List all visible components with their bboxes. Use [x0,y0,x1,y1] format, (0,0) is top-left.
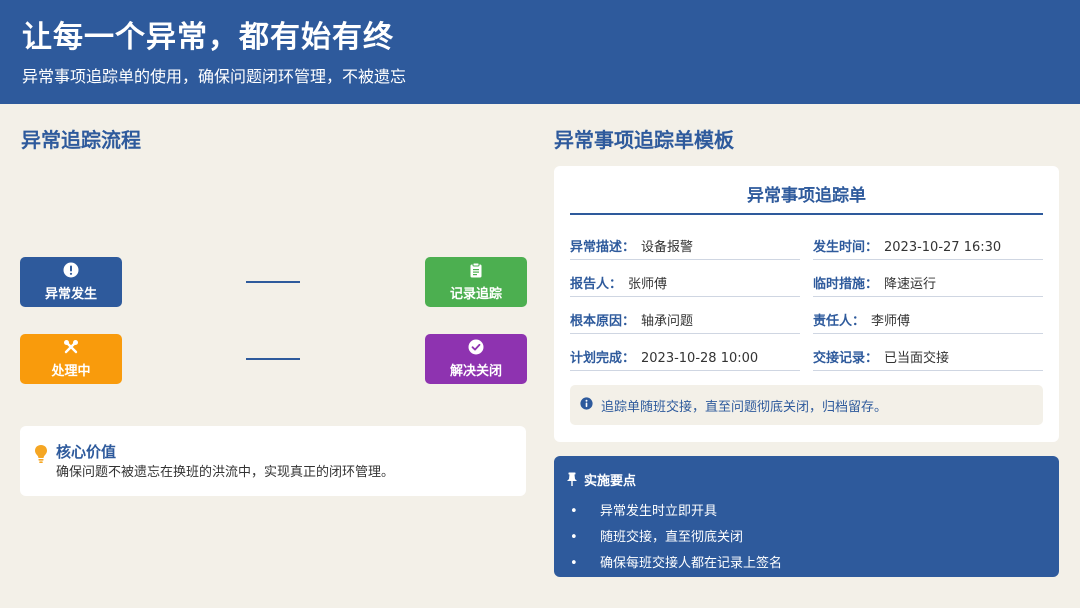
flow-step-processing: 处理中 [20,334,122,384]
flow-step-record: 记录追踪 [425,257,527,307]
flow-step-label: 处理中 [51,364,91,379]
implementation-points-card: 实施要点 • 异常发生时立即开具 • 随班交接，直至彻底关闭 • 确保每班交接人都在记… [554,456,1059,577]
flow-step-label: 解决关闭 [449,364,502,379]
check-circle-icon [468,339,484,355]
field-root-cause: 根本原因： 轴承问题 [570,312,800,334]
list-item-text: 异常发生时立即开具 [600,504,718,519]
info-circle-icon [580,396,593,414]
field-label: 交接记录： [813,351,879,366]
page-title: 让每一个异常，都有始有终 [22,20,394,55]
field-planned-completion: 计划完成： 2023-10-28 10:00 [570,349,800,371]
list-item: • 异常发生时立即开具 [566,499,1047,525]
core-value-card: 核心价值 确保问题不被遗忘在换班的洪流中，实现真正的闭环管理。 [20,426,526,496]
field-label: 报告人： [570,277,623,292]
flow-step-closed: 解决关闭 [425,334,527,384]
field-value: 李师傅 [871,314,911,329]
form-note: 追踪单随班交接，直至问题彻底关闭，归档留存。 [570,385,1043,425]
field-owner: 责任人： 李师傅 [813,312,1043,334]
form-title-divider [570,213,1043,215]
list-item-text: 确保每班交接人都在记录上签名 [600,556,783,571]
list-item: • 随班交接，直至彻底关闭 [566,525,1047,551]
field-description: 异常描述： 设备报警 [570,238,800,260]
list-item: • 确保每班交接人都在记录上签名 [566,551,1047,577]
field-value: 降速运行 [884,277,937,292]
field-label: 临时措施： [813,277,879,292]
flow-connector [246,281,300,283]
page-subtitle: 异常事项追踪单的使用，确保问题闭环管理，不被遗忘 [22,67,407,86]
form-note-text: 追踪单随班交接，直至问题彻底关闭，归档留存。 [601,399,888,415]
points-list: • 异常发生时立即开具 • 随班交接，直至彻底关闭 • 确保每班交接人都在记录上签名 [566,499,1047,577]
core-value-text: 确保问题不被遗忘在换班的洪流中，实现真正的闭环管理。 [56,465,395,480]
core-value-title: 核心价值 [56,443,117,461]
flow-step-occur: 异常发生 [20,257,122,307]
clipboard-icon [468,262,484,278]
points-header: 实施要点 [566,472,1047,492]
field-value: 已当面交接 [884,351,950,366]
tools-icon [63,339,79,355]
field-handover-record: 交接记录： 已当面交接 [813,349,1043,371]
header-banner: 让每一个异常，都有始有终 异常事项追踪单的使用，确保问题闭环管理，不被遗忘 [0,0,1080,104]
field-value: 张师傅 [628,277,668,292]
field-value: 2023-10-27 16:30 [884,240,1002,255]
pin-icon [566,472,578,492]
flow-connector [246,358,300,360]
lightbulb-icon [34,444,48,496]
field-occur-time: 发生时间： 2023-10-27 16:30 [813,238,1043,260]
field-label: 计划完成： [570,351,636,366]
field-label: 异常描述： [570,240,636,255]
template-section-title: 异常事项追踪单模板 [554,128,734,152]
flow-step-label: 记录追踪 [449,287,502,302]
field-temp-measure: 临时措施： 降速运行 [813,275,1043,297]
points-title: 实施要点 [584,474,637,489]
tracking-form-card: 异常事项追踪单 异常描述： 设备报警 发生时间： 2023-10-27 16:30 … [554,166,1059,442]
field-label: 责任人： [813,314,866,329]
field-reporter: 报告人： 张师傅 [570,275,800,297]
exclamation-circle-icon [63,262,79,278]
flow-section-title: 异常追踪流程 [21,128,141,152]
field-value: 轴承问题 [641,314,694,329]
field-label: 根本原因： [570,314,636,329]
field-value: 设备报警 [641,240,694,255]
flow-step-label: 异常发生 [44,287,97,302]
list-item-text: 随班交接，直至彻底关闭 [600,530,744,545]
field-label: 发生时间： [813,240,879,255]
form-title: 异常事项追踪单 [747,186,866,206]
field-value: 2023-10-28 10:00 [641,351,759,366]
